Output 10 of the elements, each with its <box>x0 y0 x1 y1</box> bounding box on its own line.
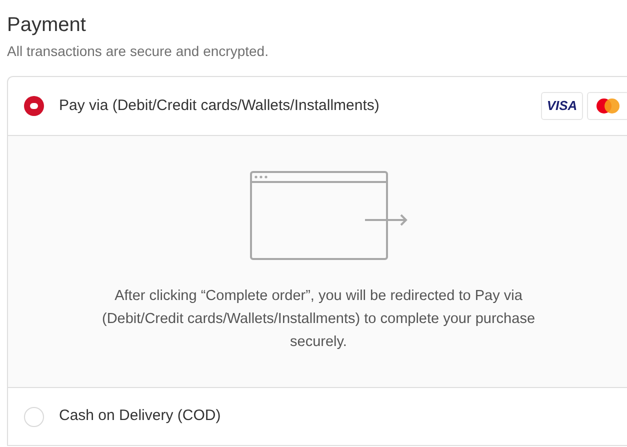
payment-option-label[interactable]: Cash on Delivery (COD) <box>59 405 221 428</box>
card-logo-icon <box>587 92 627 120</box>
card-logo: VISA <box>541 92 583 120</box>
redirect-message: After clicking “Complete order”, you will be redirected to Pay via (Debit/Credit cards/Wallets/Installments) to complete your purchase securely. <box>100 287 536 352</box>
browser-redirect-icon <box>250 171 410 261</box>
section-subtitle: All transactions are secure and encrypted. <box>7 42 268 60</box>
payment-option-label[interactable]: Pay via (Debit/Credit cards/Wallets/Installments) <box>59 94 380 118</box>
radio-button[interactable] <box>24 96 44 116</box>
radio-button[interactable] <box>24 406 44 426</box>
section-title: Payment <box>7 13 86 38</box>
